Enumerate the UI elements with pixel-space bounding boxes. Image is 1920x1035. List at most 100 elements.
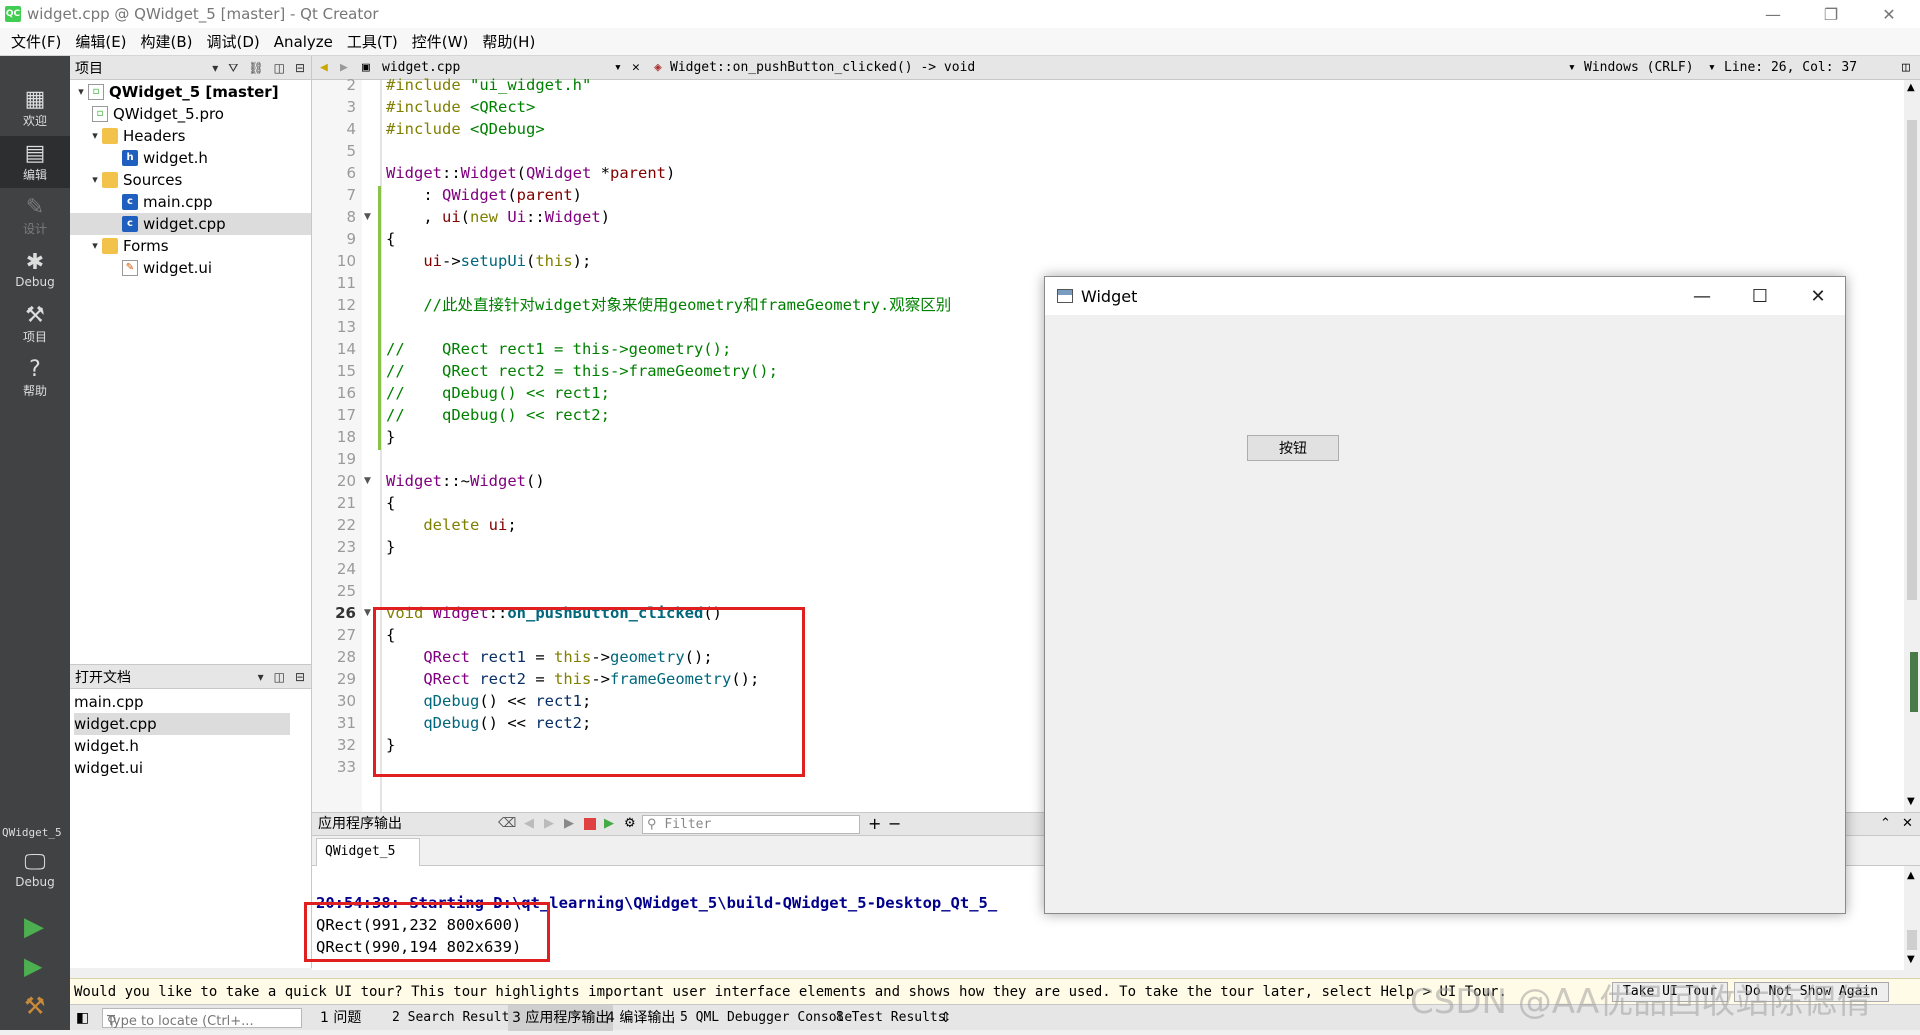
wrench-icon: ⚒ [25, 302, 45, 328]
menu-file[interactable]: 文件(F) [4, 28, 68, 56]
line-number: 30 [336, 692, 356, 710]
open-doc-item[interactable]: main.cpp [74, 691, 290, 713]
run-icon[interactable]: ▶ [24, 912, 44, 942]
line-number: 21 [336, 494, 356, 512]
attach-debugger-icon[interactable]: ▶ [604, 813, 614, 835]
dropdown-icon[interactable]: ▾ [258, 670, 264, 684]
build-hammer-icon[interactable]: ⚒ [24, 992, 46, 1020]
position-dropdown-icon[interactable]: ▾ [1708, 56, 1716, 80]
code-line: Widget::~Widget() [386, 472, 545, 490]
status-tab-issues[interactable]: 1 问题 [320, 1005, 361, 1031]
toggle-sidebar-icon[interactable]: ◧ [76, 1005, 89, 1031]
menu-tools[interactable]: 工具(T) [340, 28, 405, 56]
minimize-icon[interactable]: — [1744, 0, 1802, 28]
change-marker [378, 274, 381, 296]
menu-help[interactable]: 帮助(H) [475, 28, 542, 56]
status-tab-compile-output[interactable]: 4 编译输出 [606, 1005, 675, 1031]
tree-item-main-cpp[interactable]: c main.cpp [122, 191, 213, 213]
zoom-out-icon[interactable]: − [888, 813, 901, 835]
menu-debug[interactable]: 调试(D) [200, 28, 267, 56]
fold-arrow-icon[interactable]: ▼ [364, 470, 371, 492]
clear-output-icon[interactable]: ⌫ [498, 813, 516, 835]
scroll-up-icon[interactable]: ▲ [1907, 870, 1915, 881]
restore-icon[interactable]: ❐ [1802, 0, 1860, 28]
split-icon[interactable]: ◫ [274, 670, 285, 684]
fold-arrow-icon[interactable]: ▼ [364, 602, 371, 624]
close-icon[interactable]: ✕ [1789, 277, 1847, 315]
editor-scrollbar[interactable]: ▲ ▼ [1904, 80, 1920, 812]
mode-design[interactable]: ✎ 设计 [0, 190, 70, 242]
line-number: 29 [336, 670, 356, 688]
output-scrollbar[interactable]: ▲ ▼ [1904, 866, 1920, 970]
tree-item-widget-h[interactable]: h widget.h [122, 147, 208, 169]
close-panel-icon[interactable]: ⊟ [295, 670, 305, 684]
close-panel-icon[interactable]: ⊟ [295, 61, 305, 75]
chevron-down-icon[interactable]: ▾ [74, 81, 88, 103]
tree-project-root[interactable]: ▾ ▫ QWidget_5 [master] [74, 81, 278, 103]
kit-selector[interactable]: 🖵 Debug [0, 844, 70, 896]
chevron-down-icon[interactable]: ▾ [88, 169, 102, 191]
tree-folder-headers[interactable]: ▾ Headers [88, 125, 185, 147]
close-icon[interactable]: ✕ [1860, 0, 1918, 28]
settings-gear-icon[interactable]: ⚙ [624, 813, 636, 835]
symbol-selector[interactable]: Widget::on_pushButton_clicked() -> void [670, 56, 975, 80]
debug-run-icon[interactable]: ▶ [24, 952, 42, 980]
split-editor-icon[interactable]: ◫ [1902, 56, 1910, 80]
prev-icon[interactable]: ◀ [524, 813, 534, 835]
cursor-position[interactable]: Line: 26, Col: 37 [1724, 56, 1857, 80]
filter-icon[interactable]: ⛛ [228, 61, 238, 76]
open-doc-item[interactable]: widget.cpp [74, 713, 290, 735]
push-button[interactable]: 按钮 [1247, 435, 1339, 461]
tree-item-widget-cpp[interactable]: c widget.cpp [70, 213, 311, 235]
menu-edit[interactable]: 编辑(E) [68, 28, 133, 56]
link-icon[interactable]: ⛓ [248, 61, 263, 75]
tree-item-pro[interactable]: ▫ QWidget_5.pro [92, 103, 224, 125]
line-ending-selector[interactable]: Windows (CRLF) [1584, 56, 1694, 80]
mode-welcome[interactable]: ▦ 欢迎 [0, 82, 70, 134]
next-icon[interactable]: ▶ [544, 813, 554, 835]
menu-widgets[interactable]: 控件(W) [405, 28, 476, 56]
fold-arrow-icon[interactable]: ▼ [364, 206, 371, 228]
menu-analyze[interactable]: Analyze [267, 28, 340, 56]
tree-folder-sources[interactable]: ▾ Sources [88, 169, 182, 191]
locator-input[interactable]: ⚲ Type to locate (Ctrl+... [102, 1008, 302, 1029]
encoding-dropdown-icon[interactable]: ▾ [1568, 56, 1576, 80]
scroll-thumb[interactable] [1907, 120, 1917, 600]
file-dropdown-icon[interactable]: ▾ [614, 56, 622, 80]
mode-edit[interactable]: ▤ 编辑 [0, 136, 70, 188]
dropdown-icon[interactable]: ▾ [212, 61, 218, 75]
line-number: 27 [336, 626, 356, 644]
title-bar: QC widget.cpp @ QWidget_5 [master] - Qt … [0, 0, 1920, 28]
mode-debug[interactable]: ✱ Debug [0, 244, 70, 296]
output-tab-qwidget[interactable]: QWidget_5 ✕ [316, 838, 420, 885]
scroll-thumb[interactable] [1907, 930, 1917, 950]
minimize-icon[interactable]: — [1673, 277, 1731, 315]
stop-icon[interactable] [584, 818, 596, 830]
scroll-up-icon[interactable]: ▲ [1907, 82, 1915, 93]
tree-folder-forms[interactable]: ▾ Forms [88, 235, 168, 257]
status-tab-search[interactable]: 2 Search Results [392, 1005, 517, 1031]
scroll-down-icon[interactable]: ▼ [1907, 796, 1915, 807]
mode-projects[interactable]: ⚒ 项目 [0, 298, 70, 350]
open-doc-item[interactable]: widget.ui [74, 757, 290, 779]
maximize-icon[interactable]: ☐ [1731, 277, 1789, 315]
chevron-down-icon[interactable]: ▾ [88, 125, 102, 147]
close-file-icon[interactable]: ✕ [632, 56, 640, 80]
tree-item-widget-ui[interactable]: ✎ widget.ui [122, 257, 212, 279]
chevron-down-icon[interactable]: ▾ [88, 235, 102, 257]
menu-build[interactable]: 构建(B) [134, 28, 200, 56]
maximize-pane-icon[interactable]: ⌃ [1880, 813, 1891, 835]
watermark: CSDN @AA优品回收站陈偲倩 [1410, 982, 1872, 1022]
status-tab-qml-console[interactable]: 5 QML Debugger Console [680, 1005, 852, 1031]
zoom-in-icon[interactable]: + [868, 813, 881, 835]
more-tabs-icon[interactable]: ⇕ [940, 1005, 952, 1031]
split-icon[interactable]: ◫ [274, 61, 285, 75]
output-filter-input[interactable]: ⚲ Filter [642, 815, 860, 834]
status-tab-test-results[interactable]: 8 Test Results [836, 1005, 946, 1031]
scroll-down-icon[interactable]: ▼ [1907, 954, 1915, 965]
run-output-icon[interactable]: ▶ [564, 813, 574, 835]
status-tab-app-output[interactable]: 3 应用程序输出 [508, 1005, 614, 1031]
close-pane-icon[interactable]: ✕ [1902, 813, 1913, 835]
mode-help[interactable]: ? 帮助 [0, 352, 70, 404]
open-doc-item[interactable]: widget.h [74, 735, 290, 757]
